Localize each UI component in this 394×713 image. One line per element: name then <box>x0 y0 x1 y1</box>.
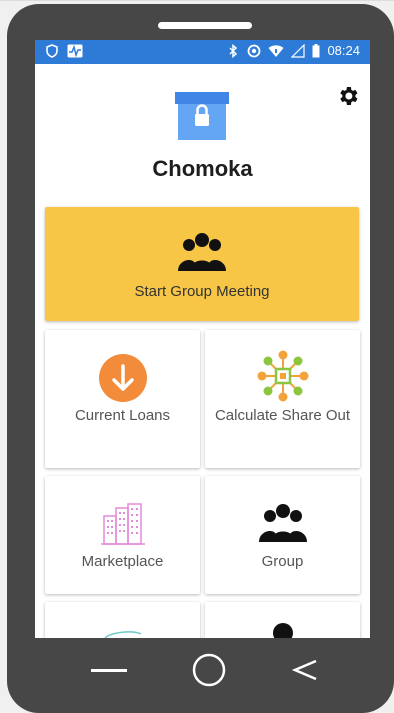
status-time: 08:24 <box>327 43 360 58</box>
calculate-share-out-label: Calculate Share Out <box>214 407 351 424</box>
menu-line-icon[interactable] <box>91 668 127 674</box>
calculate-share-out-button[interactable]: Calculate Share Out <box>205 330 360 468</box>
background-line <box>0 0 394 1</box>
start-group-meeting-button[interactable]: Start Group Meeting <box>45 207 359 321</box>
gear-icon[interactable] <box>336 84 360 108</box>
share-network-icon <box>257 350 308 402</box>
home-circle-icon[interactable] <box>192 653 226 687</box>
wifi-icon <box>268 44 284 57</box>
app-title: Chomoka <box>152 156 253 181</box>
battery-icon <box>312 43 320 57</box>
group-label: Group <box>261 553 304 570</box>
group-button[interactable]: Group <box>205 476 360 594</box>
person-icon <box>272 623 293 638</box>
group-icon <box>258 504 307 542</box>
current-loans-label: Current Loans <box>74 407 171 424</box>
marketplace-label: Marketplace <box>81 553 164 570</box>
arrow-down-circle-icon <box>98 354 147 402</box>
navigation-bar <box>0 638 394 713</box>
do-not-disturb-icon <box>248 44 261 57</box>
signal-icon <box>291 43 306 58</box>
marketplace-button[interactable]: Marketplace <box>45 476 200 594</box>
group-icon <box>178 233 226 271</box>
shield-icon <box>46 44 58 58</box>
speaker-grille <box>158 22 252 29</box>
status-bar: 08:24 <box>35 40 370 64</box>
partial-tile-right[interactable] <box>205 602 360 638</box>
partial-tile-left[interactable] <box>45 602 200 638</box>
document-icon <box>103 631 141 638</box>
bluetooth-icon <box>229 43 238 58</box>
app-screen: 08:24 Chomoka Start Group Meeting Curren… <box>35 40 370 638</box>
current-loans-button[interactable]: Current Loans <box>45 330 200 468</box>
activity-icon <box>67 44 83 58</box>
back-chevron-icon[interactable] <box>292 658 318 682</box>
start-group-meeting-label: Start Group Meeting <box>134 283 270 300</box>
lock-box-icon <box>175 92 229 140</box>
buildings-icon <box>100 503 145 545</box>
